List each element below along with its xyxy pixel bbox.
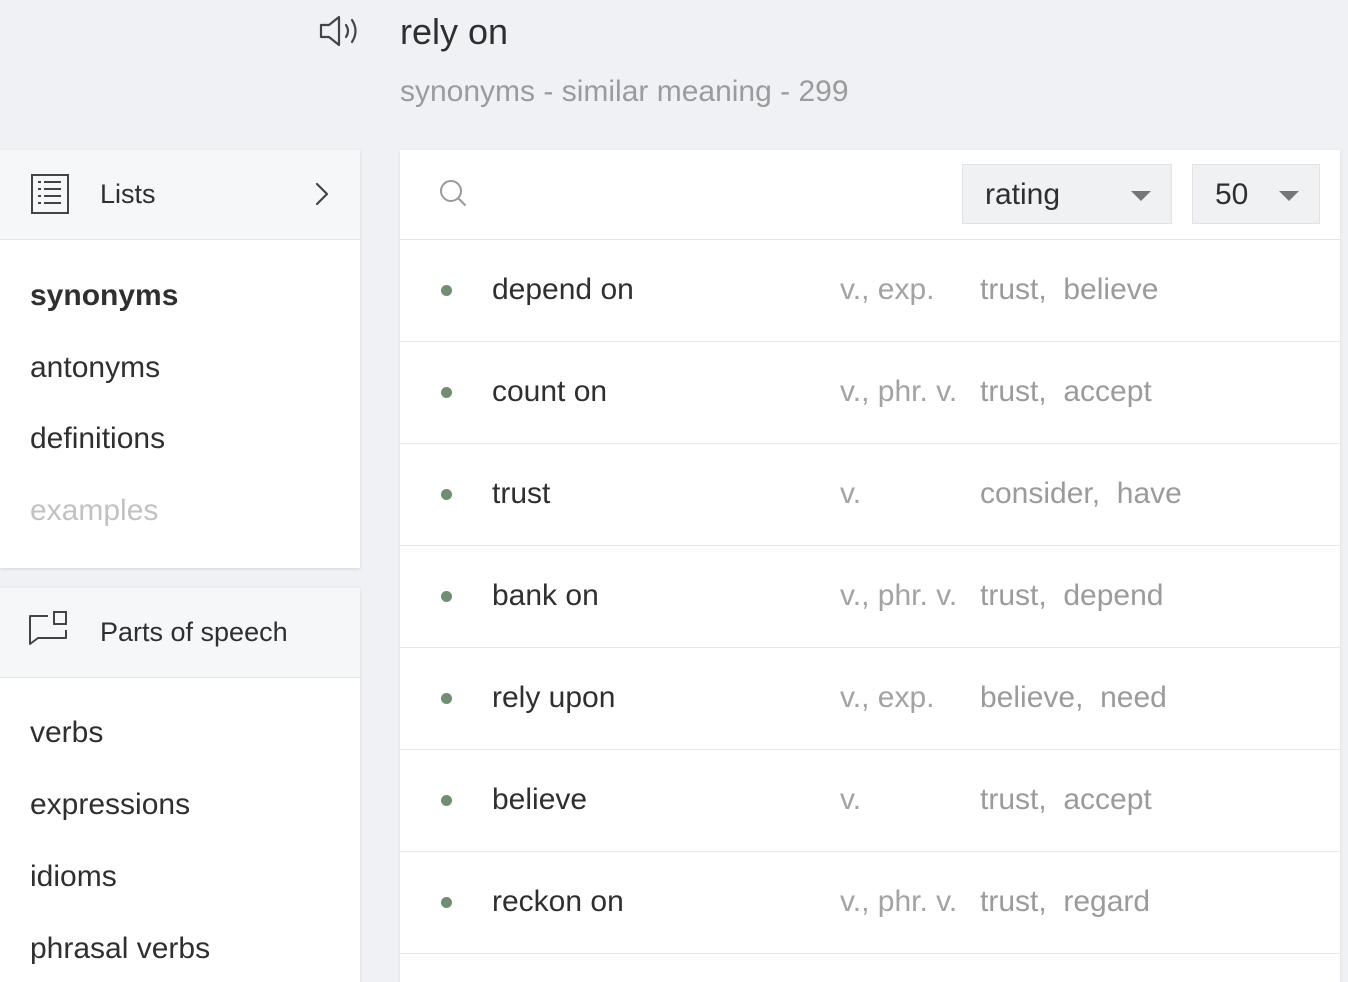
result-pos: v., exp. — [840, 273, 935, 306]
list-item-synonyms[interactable]: synonyms — [30, 278, 178, 314]
search-icon — [440, 180, 466, 206]
related-word[interactable]: have — [1117, 477, 1182, 510]
search-input[interactable] — [480, 170, 940, 220]
result-related: trust, regard — [980, 885, 1151, 918]
pos-item-expressions[interactable]: expressions — [30, 787, 190, 823]
parts-of-speech-label: Parts of speech — [100, 617, 288, 647]
result-term[interactable]: believe — [492, 782, 587, 818]
result-related: consider, have — [980, 477, 1182, 510]
bullet-dot — [441, 795, 452, 806]
chevron-right-icon — [315, 182, 329, 206]
result-related: trust, accept — [980, 375, 1152, 408]
caret-down-icon — [1279, 191, 1299, 201]
result-pos: v. — [840, 783, 862, 816]
result-row[interactable]: rely upon v., exp. believe, need — [400, 648, 1340, 750]
result-row[interactable]: trust v. consider, have — [400, 444, 1340, 546]
related-word[interactable]: trust — [980, 273, 1038, 306]
result-row[interactable]: depend on v., exp. trust, believe — [400, 240, 1340, 342]
result-term[interactable]: bank on — [492, 578, 599, 614]
related-word[interactable]: consider — [980, 477, 1092, 510]
result-related: trust, depend — [980, 579, 1164, 612]
subtitle-type: synonyms — [400, 75, 536, 108]
result-term[interactable]: depend on — [492, 272, 634, 308]
result-term[interactable]: reckon on — [492, 884, 624, 920]
speech-bubble-icon — [29, 611, 67, 645]
bullet-dot — [441, 285, 452, 296]
parts-of-speech-panel: Parts of speech verbs expressions idioms… — [0, 588, 360, 982]
result-row[interactable]: reckon on v., phr. v. trust, regard — [400, 852, 1340, 954]
count-select[interactable]: 50 — [1192, 164, 1320, 224]
subtitle-meaning: similar meaning — [561, 75, 772, 108]
result-related: trust, accept — [980, 783, 1152, 816]
pos-item-idioms[interactable]: idioms — [30, 859, 117, 895]
bullet-dot — [441, 489, 452, 500]
sort-select-value: rating — [985, 178, 1061, 211]
list-item-definitions[interactable]: definitions — [30, 421, 165, 457]
list-item-antonyms[interactable]: antonyms — [30, 350, 160, 386]
subtitle-separator: - — [535, 75, 562, 108]
subtitle-separator: - — [771, 75, 799, 108]
list-icon — [31, 174, 69, 214]
lists-header[interactable]: Lists — [0, 150, 360, 240]
result-pos: v., phr. v. — [840, 885, 958, 918]
result-pos: v., phr. v. — [840, 375, 958, 408]
lists-panel: Lists synonyms antonyms definitions exam… — [0, 150, 360, 568]
result-pos: v., phr. v. — [840, 579, 958, 612]
result-row[interactable]: believe v. trust, accept — [400, 750, 1340, 852]
result-related: trust, believe — [980, 273, 1159, 306]
page-subtitle: synonyms - similar meaning - 299 — [400, 72, 849, 112]
results-toolbar: rating 50 — [400, 150, 1340, 240]
sort-select[interactable]: rating — [962, 164, 1172, 224]
related-word[interactable]: trust — [980, 783, 1038, 816]
result-row[interactable]: bank on v., phr. v. trust, depend — [400, 546, 1340, 648]
pos-item-phrasal-verbs[interactable]: phrasal verbs — [30, 931, 210, 967]
result-pos: v., exp. — [840, 681, 935, 714]
related-word[interactable]: accept — [1063, 783, 1151, 816]
related-word[interactable]: depend — [1063, 579, 1163, 612]
pos-item-verbs[interactable]: verbs — [30, 715, 103, 751]
related-word[interactable]: trust — [980, 579, 1038, 612]
parts-of-speech-header[interactable]: Parts of speech — [0, 588, 360, 678]
related-word[interactable]: believe — [1063, 273, 1158, 306]
subtitle-count: 299 — [798, 75, 849, 108]
result-row[interactable]: count on v., phr. v. trust, accept — [400, 342, 1340, 444]
page-title: rely on — [400, 11, 509, 52]
result-term[interactable]: rely upon — [492, 680, 615, 716]
related-word[interactable]: believe — [980, 681, 1075, 714]
related-word[interactable]: need — [1100, 681, 1167, 714]
result-term[interactable]: trust — [492, 476, 550, 512]
lists-label: Lists — [100, 179, 156, 209]
bullet-dot — [441, 693, 452, 704]
list-item-examples: examples — [30, 494, 159, 527]
result-pos: v. — [840, 477, 862, 510]
result-related: believe, need — [980, 681, 1167, 714]
speaker-icon[interactable] — [318, 14, 364, 48]
word-header: rely on synonyms - similar meaning - 299 — [0, 0, 1348, 150]
caret-down-icon — [1131, 191, 1151, 201]
related-word[interactable]: accept — [1063, 375, 1151, 408]
related-word[interactable]: trust — [980, 885, 1038, 918]
bullet-dot — [441, 897, 452, 908]
bullet-dot — [441, 387, 452, 398]
count-select-value: 50 — [1215, 178, 1249, 211]
results-panel: rating 50 depend on v., exp. trust, beli… — [400, 150, 1340, 982]
bullet-dot — [441, 591, 452, 602]
related-word[interactable]: regard — [1063, 885, 1150, 918]
related-word[interactable]: trust — [980, 375, 1038, 408]
result-term[interactable]: count on — [492, 374, 607, 410]
